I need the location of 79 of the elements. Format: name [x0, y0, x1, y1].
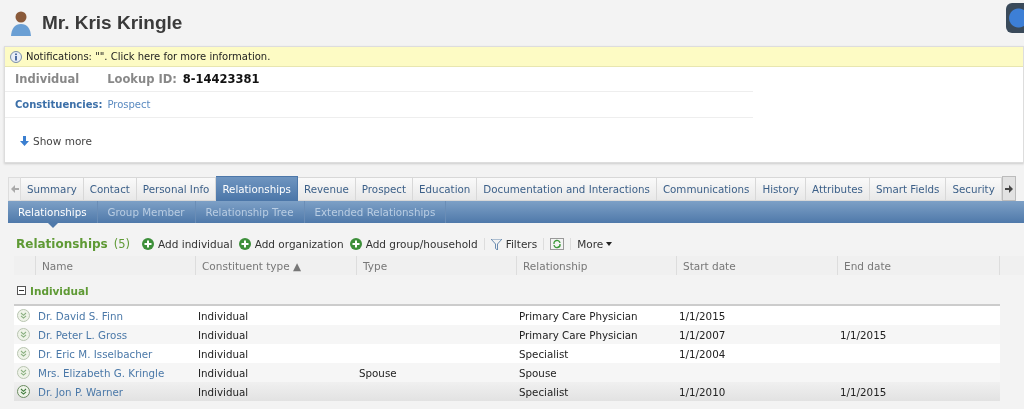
tab[interactable]: Documentation and Interactions	[477, 177, 657, 201]
tab[interactable]: Prospect	[355, 177, 414, 201]
expand-row-icon[interactable]	[17, 347, 30, 360]
lookup-label: Lookup ID:	[107, 72, 177, 86]
column-header[interactable]: Type	[357, 256, 517, 275]
down-arrow-icon	[20, 135, 29, 146]
constituencies-value: Prospect	[107, 99, 151, 110]
column-header[interactable]: End date	[838, 256, 1000, 275]
add-button[interactable]: Add organization	[238, 238, 344, 250]
person-icon	[10, 10, 32, 36]
table-cell: Specialist	[519, 385, 569, 398]
table-cell: 1/1/2010	[679, 385, 726, 398]
filters-button[interactable]: Filters	[490, 238, 538, 250]
collapse-icon[interactable]	[17, 286, 26, 295]
column-header[interactable]: Constituent type ▲	[196, 256, 357, 275]
expand-row-icon[interactable]	[17, 309, 30, 322]
notification-bar[interactable]: Notifications: "". Click here for more information.	[5, 47, 1023, 67]
constituent-type: Individual	[15, 72, 80, 86]
tab[interactable]: Communications	[656, 177, 757, 201]
tab[interactable]: Relationships	[216, 176, 298, 201]
table-cell: Primary Care Physician	[519, 328, 638, 341]
expand-row-icon[interactable]	[17, 366, 30, 379]
table-cell: Individual	[198, 309, 249, 322]
name-link[interactable]: Dr. Jon P. Warner	[38, 385, 124, 398]
table-cell: 1/1/2015	[679, 309, 726, 322]
table-row[interactable]: Dr. Eric M. Isselbacher Individual Specialist 1/1/2004	[14, 344, 1000, 363]
scroll-left-icon[interactable]	[8, 177, 21, 201]
name-link[interactable]: Dr. David S. Finn	[38, 309, 123, 322]
tab[interactable]: Revenue	[297, 177, 356, 201]
page-title: Mr. Kris Kringle	[42, 12, 183, 34]
table-cell: Spouse	[519, 366, 557, 379]
table-cell: 1/1/2004	[679, 347, 726, 360]
table-row[interactable]: Dr. Jon P. Warner Individual Specialist 1/1/2010 1/1/2015	[14, 382, 1000, 401]
record-count: (5)	[113, 237, 131, 251]
tab[interactable]: Education	[413, 177, 478, 201]
group-label: Individual	[30, 284, 89, 297]
tab[interactable]: Smart Fields	[869, 177, 947, 201]
table-cell: 1/1/2007	[679, 328, 726, 341]
column-header[interactable]: Start date	[677, 256, 838, 275]
expand-row-icon[interactable]	[17, 385, 30, 398]
table-cell: Primary Care Physician	[519, 309, 638, 322]
table-cell: 1/1/2015	[840, 385, 887, 398]
caret-icon	[606, 242, 613, 246]
tab[interactable]: Contact	[83, 177, 137, 201]
column-header[interactable]: Relationship	[517, 256, 677, 275]
more-menu[interactable]: More	[577, 238, 613, 250]
table-cell: 1/1/2015	[840, 328, 887, 341]
expand-row-icon[interactable]	[17, 328, 30, 341]
plus-icon	[238, 238, 251, 250]
info-icon	[10, 50, 22, 63]
subtab[interactable]: Relationships	[8, 201, 98, 223]
tab[interactable]: Personal Info	[136, 177, 217, 201]
filter-icon	[490, 238, 502, 250]
add-button[interactable]: Add group/household	[349, 238, 478, 250]
table-row[interactable]: Dr. David S. Finn Individual Primary Care Physician 1/1/2015	[14, 306, 1000, 325]
tab[interactable]: Security	[946, 177, 1002, 201]
name-link[interactable]: Dr. Eric M. Isselbacher	[38, 347, 153, 360]
column-header[interactable]: Name	[36, 256, 196, 275]
refresh-icon[interactable]	[550, 238, 565, 250]
table-cell: Individual	[198, 328, 249, 341]
table-cell: Spouse	[359, 366, 397, 379]
tab[interactable]: Attributes	[806, 177, 870, 201]
table-cell: Specialist	[519, 347, 569, 360]
table-cell: Individual	[198, 366, 249, 379]
lookup-id: 8-14423381	[182, 72, 260, 86]
show-more-link[interactable]: Show more	[20, 134, 92, 147]
table-cell: Individual	[198, 385, 249, 398]
selection-pointer	[47, 223, 58, 228]
notification-text: Notifications: "". Click here for more information.	[26, 51, 271, 62]
section-title: Relationships	[16, 237, 108, 251]
plus-icon	[142, 238, 155, 250]
table-cell: Individual	[198, 347, 249, 360]
plus-icon	[349, 238, 362, 250]
constituencies-label: Constituencies:	[15, 99, 103, 110]
add-button[interactable]: Add individual	[142, 238, 233, 250]
tab[interactable]: History	[756, 177, 807, 201]
name-link[interactable]: Dr. Peter L. Gross	[38, 328, 128, 341]
tab[interactable]: Summary	[21, 177, 84, 201]
name-link[interactable]: Mrs. Elizabeth G. Kringle	[38, 366, 165, 379]
